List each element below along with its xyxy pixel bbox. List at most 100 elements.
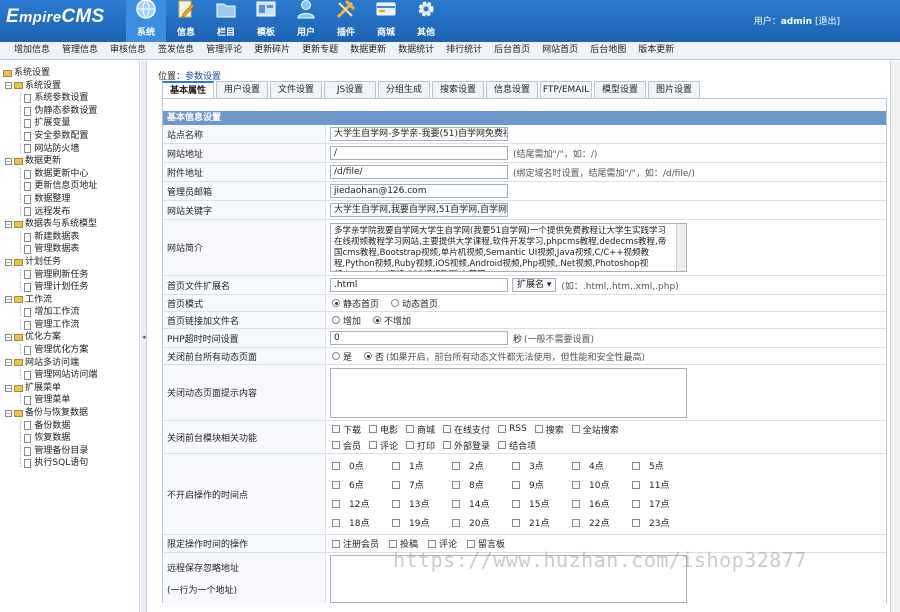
- checkbox[interactable]: [406, 441, 415, 449]
- ext-input[interactable]: .html: [330, 278, 508, 292]
- menu-item[interactable]: 增加信息: [8, 42, 56, 59]
- collapse-arrow-icon[interactable]: ◂: [142, 333, 146, 341]
- tree-root[interactable]: 系统设置: [0, 67, 139, 80]
- hour-checkbox[interactable]: [512, 518, 520, 527]
- tree-leaf[interactable]: ┊ 扩展变量: [0, 117, 139, 130]
- tree-leaf[interactable]: ┊ 增加工作流: [0, 306, 139, 319]
- tree-group[interactable]: − 网站多访问端: [0, 357, 139, 370]
- hour-checkbox[interactable]: [572, 480, 580, 489]
- hour-checkbox[interactable]: [632, 480, 640, 489]
- hour-checkbox[interactable]: [572, 518, 580, 527]
- intro-textarea[interactable]: 多学亲学院我要自学网大学生自学网(我要51自学网)一个提供免费教程让大学生实践学…: [330, 223, 687, 272]
- site-name-input[interactable]: 大学生自学网-多学亲-我要(51)自学网免费视频: [330, 127, 508, 141]
- hour-checkbox[interactable]: [512, 461, 520, 470]
- checkbox[interactable]: [389, 539, 398, 548]
- menu-item[interactable]: 签发信息: [152, 42, 200, 59]
- checkbox[interactable]: [406, 425, 415, 433]
- tree-leaf[interactable]: ┊ 管理数据表: [0, 243, 139, 256]
- tab-9[interactable]: 图片设置: [648, 81, 700, 98]
- hour-checkbox[interactable]: [392, 518, 400, 527]
- page-scrollbar[interactable]: [890, 61, 900, 612]
- menu-item[interactable]: 数据统计: [392, 42, 440, 59]
- tree-leaf[interactable]: ┊ 更新信息页地址: [0, 180, 139, 193]
- collapse-minus-icon[interactable]: −: [5, 359, 12, 367]
- hour-checkbox[interactable]: [632, 461, 640, 470]
- hour-checkbox[interactable]: [512, 499, 520, 508]
- menu-item[interactable]: 版本更新: [632, 42, 680, 59]
- tree-leaf[interactable]: ┊ 管理菜单: [0, 394, 139, 407]
- tree-leaf[interactable]: ┊ 管理优化方案: [0, 344, 139, 357]
- home-mode-static-radio[interactable]: [332, 299, 340, 307]
- checkbox[interactable]: [498, 425, 507, 433]
- hour-checkbox[interactable]: [332, 480, 340, 489]
- checkbox[interactable]: [534, 425, 543, 433]
- keywords-input[interactable]: 大学生自学网,我要自学网,51自学网,自学网,多: [330, 203, 508, 217]
- tree-group[interactable]: − 工作流: [0, 294, 139, 307]
- collapse-minus-icon[interactable]: −: [5, 82, 12, 90]
- tree-leaf[interactable]: ┊ 管理工作流: [0, 319, 139, 332]
- tree-leaf[interactable]: ┊ 系统参数设置: [0, 92, 139, 105]
- hour-checkbox[interactable]: [332, 499, 340, 508]
- tree-leaf[interactable]: ┊ 管理刷新任务: [0, 269, 139, 282]
- menu-item[interactable]: 更新碎片: [248, 42, 296, 59]
- home-mode-dynamic-radio[interactable]: [391, 299, 400, 307]
- tree-leaf[interactable]: ┊ 伪静态参数设置: [0, 105, 139, 118]
- tree-leaf[interactable]: ┊ 管理计划任务: [0, 281, 139, 294]
- menu-item[interactable]: 排行统计: [440, 42, 488, 59]
- close-dynamic-no-radio[interactable]: [364, 352, 373, 360]
- sidebar-splitter[interactable]: ◂: [141, 61, 147, 612]
- tab-1[interactable]: 用户设置: [216, 81, 268, 98]
- menu-item[interactable]: 更新专题: [296, 42, 344, 59]
- collapse-minus-icon[interactable]: −: [5, 409, 12, 417]
- checkbox[interactable]: [332, 539, 340, 548]
- hour-checkbox[interactable]: [452, 518, 460, 527]
- tree-leaf[interactable]: ┊ 管理网站访问端: [0, 369, 139, 382]
- checkbox[interactable]: [332, 425, 340, 433]
- hour-checkbox[interactable]: [632, 518, 640, 527]
- hour-checkbox[interactable]: [392, 499, 400, 508]
- php-timeout-input[interactable]: 0: [330, 331, 508, 345]
- checkbox[interactable]: [332, 441, 340, 449]
- tree-group[interactable]: − 扩展菜单: [0, 382, 139, 395]
- tab-6[interactable]: 信息设置: [486, 81, 538, 98]
- close-tip-textarea[interactable]: [330, 367, 687, 418]
- tree-leaf[interactable]: ┊ 恢复数据: [0, 432, 139, 445]
- hour-checkbox[interactable]: [632, 499, 640, 508]
- site-url-input[interactable]: /: [330, 146, 508, 160]
- close-dynamic-yes-radio[interactable]: [332, 352, 340, 360]
- topnav-plugin[interactable]: 插件: [326, 0, 366, 42]
- hour-checkbox[interactable]: [572, 461, 580, 470]
- checkbox[interactable]: [467, 539, 476, 548]
- tab-8[interactable]: 模型设置: [594, 81, 646, 98]
- collapse-minus-icon[interactable]: −: [5, 334, 12, 342]
- logout-link[interactable]: [退出]: [815, 17, 840, 27]
- tree-leaf[interactable]: ┊ 管理备份目录: [0, 445, 139, 458]
- topnav-folder[interactable]: 栏目: [206, 0, 246, 42]
- tree-leaf[interactable]: ┊ 数据更新中心: [0, 168, 139, 181]
- tab-5[interactable]: 搜索设置: [432, 81, 484, 98]
- menu-item[interactable]: 管理评论: [200, 42, 248, 59]
- hour-checkbox[interactable]: [332, 518, 340, 527]
- tree-group[interactable]: − 系统设置: [0, 80, 139, 93]
- menu-item[interactable]: 网站首页: [536, 42, 584, 59]
- tree-group[interactable]: − 数据更新: [0, 155, 139, 168]
- hour-checkbox[interactable]: [452, 499, 460, 508]
- hour-checkbox[interactable]: [392, 461, 400, 470]
- collapse-minus-icon[interactable]: −: [5, 296, 12, 304]
- checkbox[interactable]: [571, 425, 580, 433]
- tree-group[interactable]: − 优化方案: [0, 331, 139, 344]
- tab-7[interactable]: FTP/EMAIL: [540, 81, 592, 98]
- tab-4[interactable]: 分组生成: [378, 81, 430, 98]
- attach-url-input[interactable]: /d/file/: [330, 165, 508, 179]
- topnav-gear[interactable]: 其他: [406, 0, 446, 42]
- hour-checkbox[interactable]: [512, 480, 520, 489]
- checkbox[interactable]: [443, 425, 452, 433]
- checkbox[interactable]: [369, 441, 378, 449]
- hour-checkbox[interactable]: [572, 499, 580, 508]
- tab-3[interactable]: JS设置: [324, 81, 376, 98]
- tree-leaf[interactable]: ┊ 安全参数配置: [0, 130, 139, 143]
- topnav-template[interactable]: 模板: [246, 0, 286, 42]
- menu-item[interactable]: 数据更新: [344, 42, 392, 59]
- admin-email-input[interactable]: jiedaohan@126.com: [330, 184, 508, 198]
- collapse-minus-icon[interactable]: −: [5, 384, 12, 392]
